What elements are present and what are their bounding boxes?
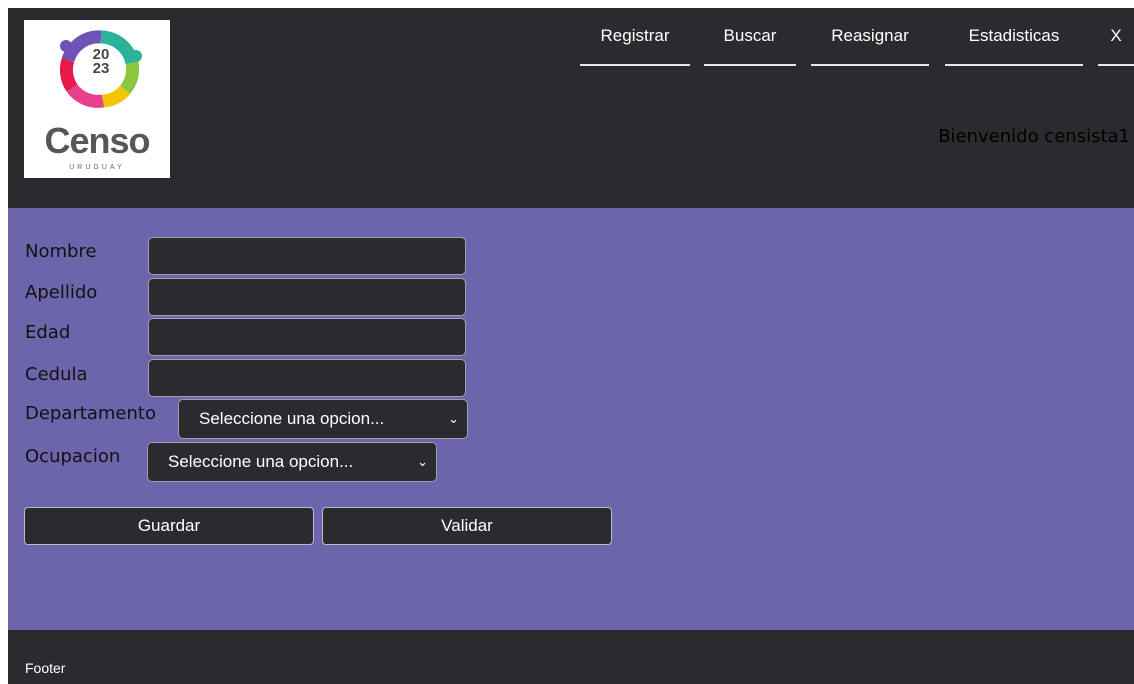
nav-close[interactable]: X xyxy=(1098,24,1134,66)
ocupacion-select-value: Seleccione una opcion... xyxy=(168,452,354,471)
nav-registrar[interactable]: Registrar xyxy=(580,24,690,66)
footer-text: Footer xyxy=(25,660,66,676)
apellido-input[interactable] xyxy=(148,278,466,316)
nav-buscar[interactable]: Buscar xyxy=(704,24,796,66)
edad-input[interactable] xyxy=(148,318,466,356)
ocupacion-select[interactable]: Seleccione una opcion... ⌄ xyxy=(147,442,437,482)
guardar-button[interactable]: Guardar xyxy=(24,507,314,545)
welcome-message: Bienvenido censista1 xyxy=(938,126,1130,147)
chevron-down-icon: ⌄ xyxy=(448,411,459,426)
registration-form: Nombre Apellido Edad Cedula Departamento… xyxy=(8,208,1134,630)
footer: Footer xyxy=(8,630,1134,684)
edad-label: Edad xyxy=(25,322,71,343)
nombre-label: Nombre xyxy=(25,241,97,262)
cedula-label: Cedula xyxy=(25,364,88,385)
cedula-input[interactable] xyxy=(148,359,466,397)
logo-country: URUGUAY xyxy=(69,164,125,171)
departamento-select-value: Seleccione una opcion... xyxy=(199,409,385,428)
top-nav: Registrar Buscar Reasignar Estadisticas … xyxy=(8,24,1134,74)
ocupacion-label: Ocupacion xyxy=(25,446,121,467)
departamento-select[interactable]: Seleccione una opcion... ⌄ xyxy=(178,399,468,439)
validar-button[interactable]: Validar xyxy=(322,507,612,545)
app-frame: 20 23 Censo URUGUAY Registrar Buscar Rea… xyxy=(8,8,1134,684)
nav-estadisticas[interactable]: Estadisticas xyxy=(945,24,1083,66)
departamento-label: Departamento xyxy=(25,403,156,424)
apellido-label: Apellido xyxy=(25,282,98,303)
logo-wordmark: Censo xyxy=(44,120,150,161)
header: 20 23 Censo URUGUAY Registrar Buscar Rea… xyxy=(8,8,1134,208)
nav-reasignar[interactable]: Reasignar xyxy=(811,24,929,66)
chevron-down-icon: ⌄ xyxy=(417,454,428,469)
nombre-input[interactable] xyxy=(148,237,466,275)
